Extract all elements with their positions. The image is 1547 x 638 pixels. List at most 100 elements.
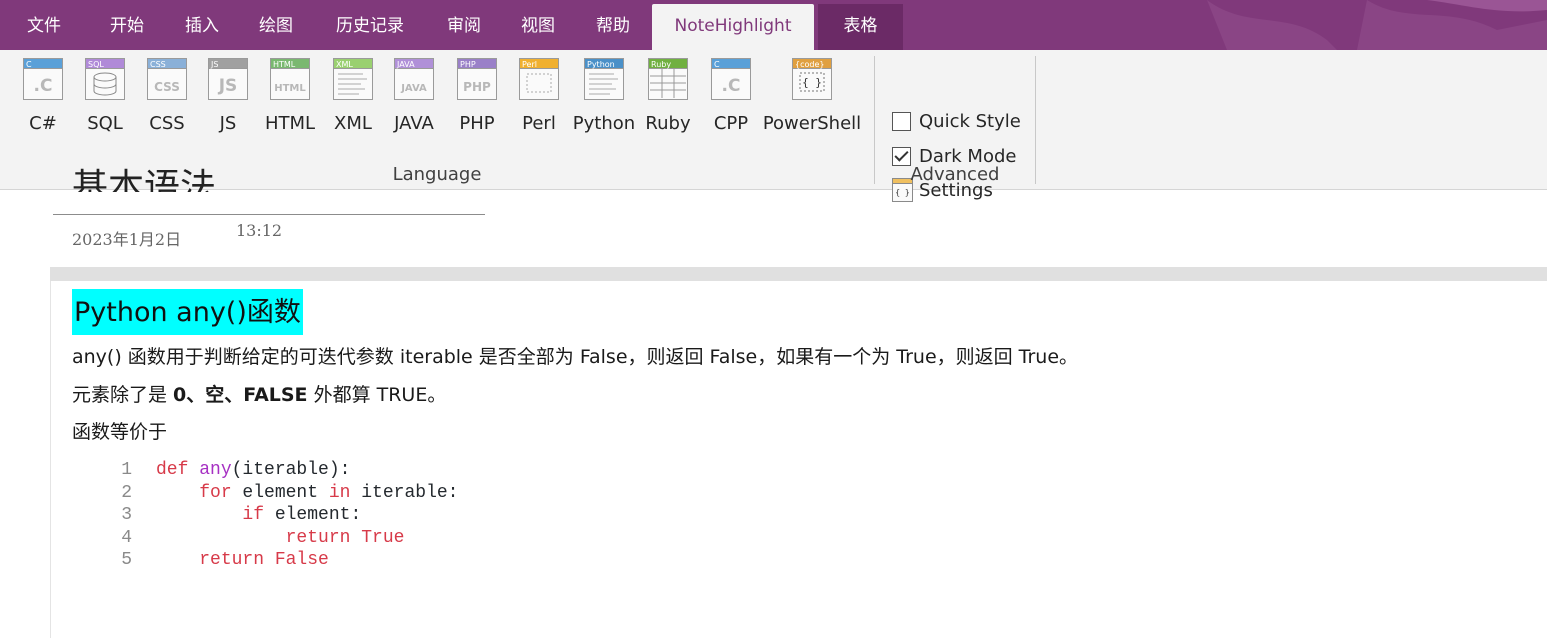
xml-file-icon: XML <box>333 58 373 100</box>
tab-view[interactable]: 视图 <box>504 4 572 50</box>
note-container-handle[interactable] <box>50 267 1547 281</box>
code-text: def any(iterable): <box>156 459 350 482</box>
page-time: 13:12 <box>236 221 283 240</box>
background-pattern <box>1207 0 1547 50</box>
line-number: 1 <box>121 460 132 480</box>
svg-text:Python: Python <box>587 60 615 69</box>
language-button-label: Perl <box>522 113 556 134</box>
line-number: 5 <box>121 550 132 571</box>
css-file-icon: CSS CSS <box>147 58 187 100</box>
tab-help[interactable]: 帮助 <box>579 4 647 50</box>
code-text: if element: <box>156 504 361 527</box>
csharp-file-icon: C.C <box>23 58 63 100</box>
ribbon: C .C C# SQL SQL CSS CSS CSS JS JS JS HTML HTML HTML XM… <box>0 50 1547 202</box>
cpp-file-icon: C.C <box>711 58 751 100</box>
title-underline <box>53 214 485 215</box>
language-button-html[interactable]: HTML HTML HTML <box>264 56 316 136</box>
code-text: return True <box>156 527 405 550</box>
tab-table[interactable]: 表格 <box>818 4 903 50</box>
language-button-ruby[interactable]: Ruby Ruby <box>644 56 692 136</box>
language-button-label: CPP <box>713 113 749 134</box>
language-button-css[interactable]: CSS CSS CSS <box>144 56 190 136</box>
code-line: 5 return False <box>100 549 458 572</box>
note-paragraph[interactable]: any() 函数用于判断给定的可迭代参数 iterable 是否全部为 Fals… <box>72 344 1078 370</box>
code-token: def <box>156 460 200 480</box>
language-button-java[interactable]: JAVA JAVA JAVA <box>390 56 438 136</box>
language-button-sql[interactable]: SQL SQL <box>82 56 128 136</box>
svg-text:HTML: HTML <box>274 83 306 94</box>
code-token: (iterable): <box>231 460 351 480</box>
language-button-perl[interactable]: Perl Perl <box>516 56 562 136</box>
svg-text:.C: .C <box>722 76 741 96</box>
language-button-label: Python <box>572 113 636 134</box>
js-file-icon: JSJS <box>208 58 248 100</box>
tab-draw[interactable]: 绘图 <box>242 4 310 50</box>
language-button-powershell[interactable]: {code} { } PowerShell <box>762 56 862 136</box>
code-block[interactable]: 1 def any(iterable): 2 for element in iter… <box>100 459 458 572</box>
note-paragraph[interactable]: 函数等价于 <box>72 419 167 445</box>
language-button-label: JS <box>219 113 237 134</box>
tab-insert[interactable]: 插入 <box>168 4 236 50</box>
code-line: 4 return True <box>100 527 458 550</box>
language-button-label: JAVA <box>394 113 434 134</box>
quick-style-checkbox[interactable]: Quick Style <box>892 108 1021 134</box>
code-text: for element in iterable: <box>156 482 458 505</box>
language-button-js[interactable]: JS JS JS <box>206 56 250 136</box>
language-button-label: CSS <box>149 113 185 134</box>
code-braces-icon: {code} { } <box>792 58 832 100</box>
tab-history[interactable]: 历史记录 <box>322 4 418 50</box>
group-separator <box>1035 56 1036 184</box>
tab-review[interactable]: 审阅 <box>430 4 498 50</box>
php-file-icon: PHP PHP <box>457 58 497 100</box>
tab-home[interactable]: 开始 <box>93 4 161 50</box>
note-container-edge <box>50 281 51 638</box>
language-button-label: HTML <box>264 113 316 134</box>
svg-text:.C: .C <box>34 76 53 96</box>
text-run: 外都算 TRUE。 <box>307 384 447 406</box>
text-run: 元素除了是 <box>72 384 174 406</box>
language-button-python[interactable]: Python Python <box>572 56 636 136</box>
svg-text:C: C <box>714 60 720 69</box>
code-token: return False <box>199 550 329 571</box>
note-paragraph[interactable]: 元素除了是 0、空、FALSE 外都算 TRUE。 <box>72 382 446 408</box>
svg-text:JS: JS <box>210 60 218 69</box>
note-heading[interactable]: Python any()函数 <box>72 289 303 335</box>
language-button-label: PowerShell <box>762 113 862 134</box>
svg-text:CSS: CSS <box>154 80 180 94</box>
language-button-xml[interactable]: XML XML <box>330 56 376 136</box>
language-button-label: XML <box>334 113 372 134</box>
checkbox-icon <box>892 111 911 131</box>
perl-file-icon: Perl <box>519 58 559 100</box>
tab-file[interactable]: 文件 <box>10 4 78 50</box>
svg-text:CSS: CSS <box>150 60 166 69</box>
svg-text:JAVA: JAVA <box>400 83 427 94</box>
language-button-label: Ruby <box>645 113 691 134</box>
code-line: 3 if element: <box>100 504 458 527</box>
language-button-csharp[interactable]: C .C C# <box>19 56 67 136</box>
code-token: any <box>199 460 232 480</box>
python-file-icon: Python <box>584 58 624 100</box>
svg-text:SQL: SQL <box>88 60 104 69</box>
tab-notehighlight[interactable]: NoteHighlight <box>652 4 814 50</box>
bold-text-run: 0、空、FALSE <box>173 384 308 406</box>
ribbon-tab-bar: 文件 开始 插入 绘图 历史记录 审阅 视图 帮助 NoteHighlight … <box>0 0 1547 50</box>
sql-database-icon: SQL <box>85 58 125 100</box>
code-text: return False <box>156 549 329 572</box>
line-number: 4 <box>121 527 132 548</box>
page-title[interactable]: 基本语法 <box>72 152 216 192</box>
svg-text:{ }: { } <box>802 76 822 89</box>
quick-style-label: Quick Style <box>919 110 1021 132</box>
java-file-icon: JAVA JAVA <box>394 58 434 100</box>
code-line: 1 def any(iterable): <box>100 459 458 482</box>
language-button-php[interactable]: PHP PHP PHP <box>454 56 500 136</box>
svg-text:C: C <box>26 60 32 69</box>
code-token: element: <box>264 505 362 526</box>
svg-text:JS: JS <box>218 76 238 96</box>
code-line: 2 for element in iterable: <box>100 482 458 505</box>
language-button-cpp[interactable]: C .C CPP <box>708 56 754 136</box>
svg-text:HTML: HTML <box>273 60 296 69</box>
advanced-group-label: Advanced <box>910 164 1000 185</box>
